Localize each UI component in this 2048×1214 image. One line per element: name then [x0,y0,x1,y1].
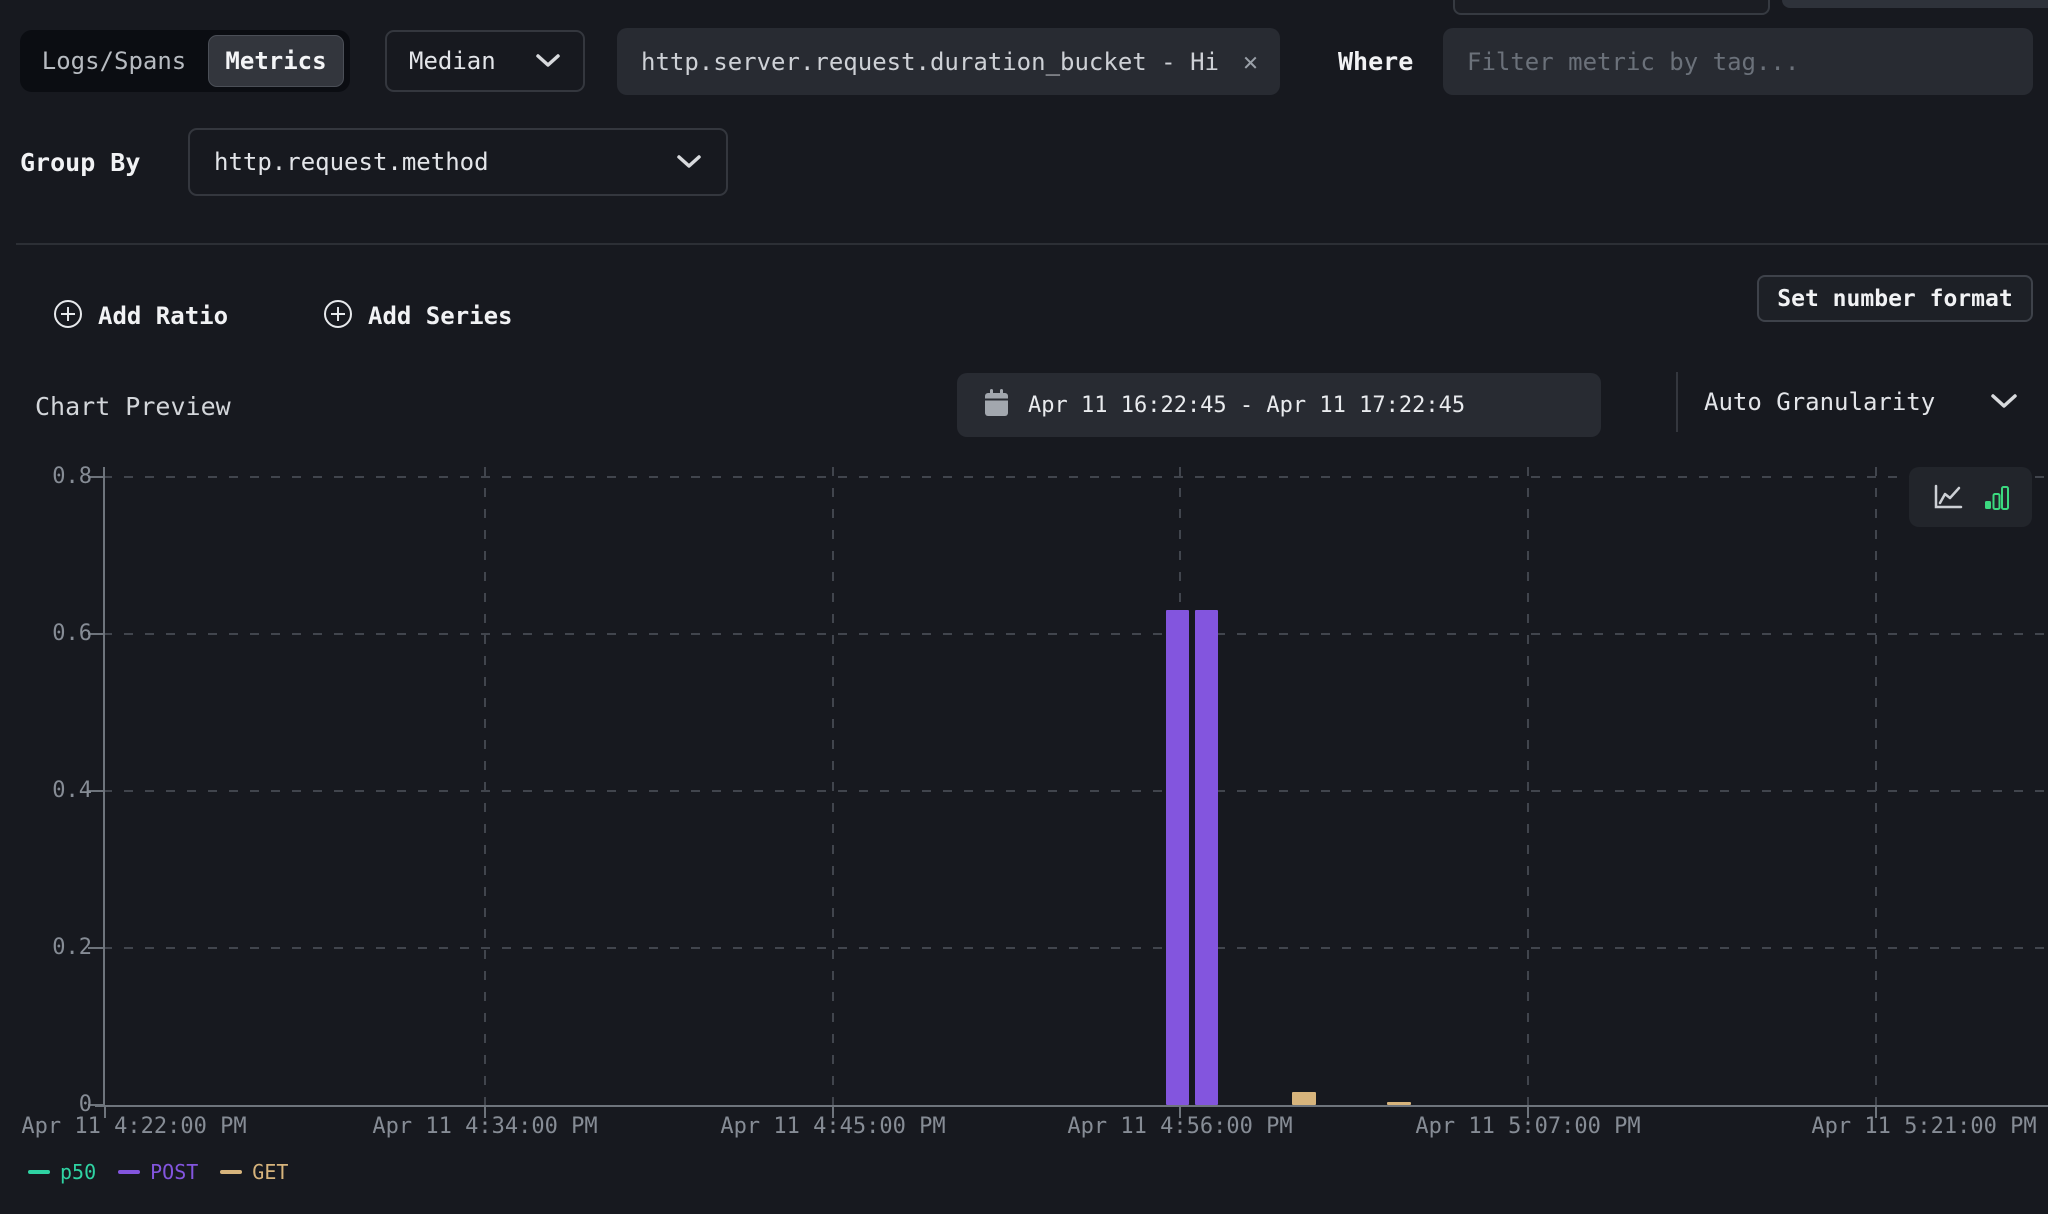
toggle-logs-spans[interactable]: Logs/Spans [20,47,208,75]
legend-label: p50 [60,1160,96,1184]
granularity-value: Auto Granularity [1704,388,1935,416]
aggregation-value: Median [409,47,496,75]
chart-preview-title: Chart Preview [35,392,231,421]
x-axis-label: Apr 11 4:45:00 PM [720,1114,945,1139]
legend-item-p50[interactable]: p50 [28,1160,96,1184]
legend-color-dash [220,1170,242,1174]
granularity-select[interactable]: Auto Granularity [1676,372,2048,432]
legend-color-dash [118,1170,140,1174]
x-axis-label: Apr 11 5:07:00 PM [1415,1114,1640,1139]
y-axis-label: 0.8 [0,464,92,490]
legend-color-dash [28,1170,50,1174]
legend-item-post[interactable]: POST [118,1160,198,1184]
bar-chart-icon[interactable] [1983,484,2010,511]
chevron-down-icon [1990,388,2018,416]
where-label: Where [1338,28,1413,95]
x-axis-label: Apr 11 5:21:00 PM [1811,1114,2036,1139]
filter-input[interactable] [1443,28,2033,95]
metric-name: http.server.request.duration_bucket - Hi [641,48,1243,76]
group-by-value: http.request.method [214,148,489,176]
v-gridline [1875,467,1877,1105]
chart-legend: p50 POST GET [28,1158,288,1186]
set-number-format-button[interactable]: Set number format [1757,275,2033,322]
add-ratio-button[interactable]: Add Ratio [52,296,228,336]
plus-circle-icon [52,298,84,334]
v-gridline [832,467,834,1105]
source-toggle-group: Logs/Spans Metrics [20,30,350,92]
bar-get[interactable] [1292,1092,1316,1105]
h-gridline [103,633,2048,635]
x-axis-label: Apr 11 4:34:00 PM [372,1114,597,1139]
y-axis-label: 0.2 [0,935,92,961]
x-axis-label: Apr 11 4:56:00 PM [1067,1114,1292,1139]
v-gridline [1527,467,1529,1105]
v-gridline [484,467,486,1105]
group-by-select[interactable]: http.request.method [188,128,728,196]
chevron-down-icon [535,47,561,75]
add-series-label: Add Series [368,302,513,330]
legend-label: GET [252,1160,288,1184]
aggregation-select[interactable]: Median [385,30,585,92]
y-axis-label: 0.4 [0,778,92,804]
chevron-down-icon [676,148,702,176]
y-axis-line [103,467,105,1107]
date-range-picker[interactable]: Apr 11 16:22:45 - Apr 11 17:22:45 [957,373,1601,437]
metric-selector[interactable]: http.server.request.duration_bucket - Hi… [617,28,1280,95]
plus-circle-icon [322,298,354,334]
y-axis-label: 0.6 [0,621,92,647]
line-chart-icon[interactable] [1932,484,1963,511]
section-divider [16,243,2048,245]
x-axis-line [95,1105,2048,1107]
h-gridline [103,947,2048,949]
add-ratio-label: Add Ratio [98,302,228,330]
top-cropped-control[interactable] [1782,0,2048,8]
bar-post[interactable] [1195,610,1218,1105]
legend-item-get[interactable]: GET [220,1160,288,1184]
chart-type-toggle [1909,467,2032,527]
date-range-text: Apr 11 16:22:45 - Apr 11 17:22:45 [1028,393,1465,418]
close-icon[interactable]: ✕ [1243,47,1258,76]
h-gridline [103,790,2048,792]
bar-post[interactable] [1166,610,1189,1105]
calendar-icon [983,388,1010,422]
top-cropped-control-outline[interactable] [1453,0,1770,15]
bar-get[interactable] [1387,1102,1411,1105]
legend-label: POST [150,1160,198,1184]
toggle-metrics[interactable]: Metrics [208,35,344,87]
group-by-label: Group By [20,128,140,196]
x-axis-label: Apr 11 4:22:00 PM [21,1114,246,1139]
h-gridline [103,476,2048,478]
add-series-button[interactable]: Add Series [322,296,513,336]
